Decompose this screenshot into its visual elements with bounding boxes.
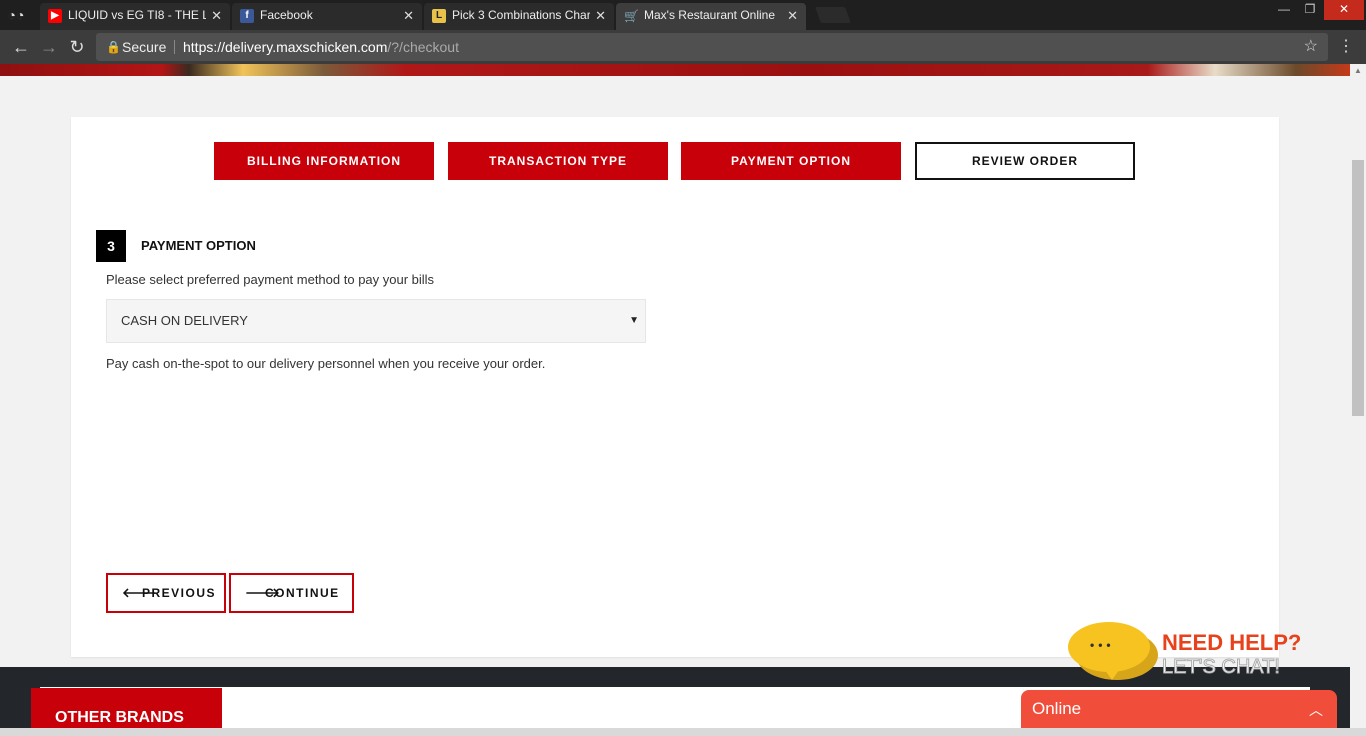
tab-facebook[interactable]: f Facebook ✕ bbox=[232, 3, 422, 30]
secure-label: Secure bbox=[122, 39, 167, 55]
checkout-card: BILLING INFORMATION TRANSACTION TYPE PAY… bbox=[71, 117, 1279, 657]
window-close-icon[interactable]: ✕ bbox=[1324, 0, 1364, 20]
restore-icon[interactable]: ❐ bbox=[1296, 0, 1324, 20]
lock-icon: 🔒 bbox=[106, 40, 121, 54]
lottery-icon: L bbox=[432, 9, 446, 23]
incognito-icon: ◔◔ bbox=[7, 7, 25, 23]
hero-banner bbox=[0, 64, 1350, 76]
tab-pick3[interactable]: L Pick 3 Combinations Chart ✕ bbox=[424, 3, 614, 30]
browser-menu-icon[interactable]: ⋮ bbox=[1338, 36, 1354, 58]
reload-icon[interactable]: ↻ bbox=[66, 36, 88, 58]
section-number-badge: 3 bbox=[96, 230, 126, 262]
tab-maxs-restaurant[interactable]: 🛒 Max's Restaurant Online ✕ bbox=[616, 3, 806, 30]
payment-method-select[interactable]: CASH ON DELIVERY ▼ bbox=[106, 299, 646, 343]
need-help-text: NEED HELP? bbox=[1162, 630, 1302, 655]
facebook-icon: f bbox=[240, 9, 254, 23]
forward-arrow-icon[interactable]: → bbox=[38, 36, 60, 58]
step-transaction-type[interactable]: TRANSACTION TYPE bbox=[448, 142, 668, 180]
new-tab-button[interactable] bbox=[815, 7, 851, 23]
address-divider bbox=[174, 40, 175, 54]
scroll-up-icon[interactable]: ▲ bbox=[1350, 66, 1366, 75]
step-review-order[interactable]: REVIEW ORDER bbox=[915, 142, 1135, 180]
browser-toolbar: ← → ↻ 🔒 Secure https://delivery.maxschic… bbox=[0, 30, 1366, 64]
tab-close-icon[interactable]: ✕ bbox=[403, 3, 414, 28]
payment-method-value: CASH ON DELIVERY bbox=[121, 313, 248, 328]
youtube-icon: ▶ bbox=[48, 9, 62, 23]
minimize-icon[interactable]: — bbox=[1270, 0, 1298, 20]
step-billing-information[interactable]: BILLING INFORMATION bbox=[214, 142, 434, 180]
tab-title: Facebook bbox=[260, 8, 313, 22]
url-text[interactable]: https://delivery.maxschicken.com/?/check… bbox=[183, 33, 459, 61]
caret-down-icon: ▼ bbox=[629, 315, 639, 326]
browser-tab-strip: ◔◔ ▶ LIQUID vs EG TI8 - THE LA ✕ f Faceb… bbox=[0, 0, 1366, 30]
tab-title: Pick 3 Combinations Chart bbox=[452, 8, 590, 22]
tab-title: Max's Restaurant Online bbox=[644, 8, 776, 22]
bookmark-star-icon[interactable]: ☆ bbox=[1304, 33, 1318, 61]
payment-instruction: Please select preferred payment method t… bbox=[106, 272, 435, 287]
scrollbar-thumb[interactable] bbox=[1352, 160, 1364, 416]
payment-description: Pay cash on-the-spot to our delivery per… bbox=[106, 356, 546, 371]
tab-close-icon[interactable]: ✕ bbox=[211, 3, 222, 28]
chevron-up-icon[interactable]: ︿ bbox=[1309, 700, 1323, 720]
ellipsis-icon: ••• bbox=[1090, 638, 1115, 652]
tab-youtube[interactable]: ▶ LIQUID vs EG TI8 - THE LA ✕ bbox=[40, 3, 230, 30]
tab-title: LIQUID vs EG TI8 - THE LA bbox=[68, 8, 206, 22]
chat-bubble-tail bbox=[1102, 666, 1122, 680]
continue-button[interactable]: 🡒 CONTINUE bbox=[229, 573, 354, 613]
section-title: PAYMENT OPTION bbox=[141, 238, 256, 253]
cart-icon: 🛒 bbox=[624, 9, 639, 23]
tab-close-icon[interactable]: ✕ bbox=[595, 3, 606, 28]
step-payment-option[interactable]: PAYMENT OPTION bbox=[681, 142, 901, 180]
tab-close-icon[interactable]: ✕ bbox=[787, 3, 798, 28]
chat-help-widget[interactable]: ••• NEED HELP? LET'S CHAT! bbox=[1066, 620, 1302, 686]
page-scrollbar[interactable]: ▲ bbox=[1350, 64, 1366, 736]
back-arrow-icon[interactable]: ← bbox=[10, 36, 32, 58]
taskbar bbox=[0, 728, 1366, 736]
chat-status: Online bbox=[1032, 699, 1082, 718]
previous-button[interactable]: 🡐 PREVIOUS bbox=[106, 573, 226, 613]
lets-chat-text: LET'S CHAT! bbox=[1162, 656, 1281, 679]
address-bar[interactable]: 🔒 Secure https://delivery.maxschicken.co… bbox=[96, 33, 1328, 61]
